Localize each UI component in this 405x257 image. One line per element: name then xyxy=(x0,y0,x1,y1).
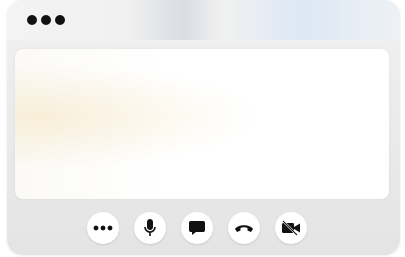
call-controls xyxy=(87,212,307,244)
chat-bubble-icon xyxy=(189,221,205,235)
microphone-icon xyxy=(144,219,156,236)
more-dots-icon[interactable] xyxy=(27,14,69,26)
dot xyxy=(27,15,37,25)
microphone-button[interactable] xyxy=(134,212,166,244)
more-options-button[interactable] xyxy=(87,212,119,244)
title-bar xyxy=(7,0,400,40)
ellipsis-icon xyxy=(93,225,113,231)
end-call-button[interactable] xyxy=(228,212,260,244)
chat-button[interactable] xyxy=(181,212,213,244)
phone-hangup-icon xyxy=(235,225,253,232)
camera-off-button[interactable] xyxy=(275,212,307,244)
video-area xyxy=(15,49,389,199)
dot xyxy=(55,15,65,25)
dot xyxy=(41,15,51,25)
video-off-icon xyxy=(282,220,300,236)
